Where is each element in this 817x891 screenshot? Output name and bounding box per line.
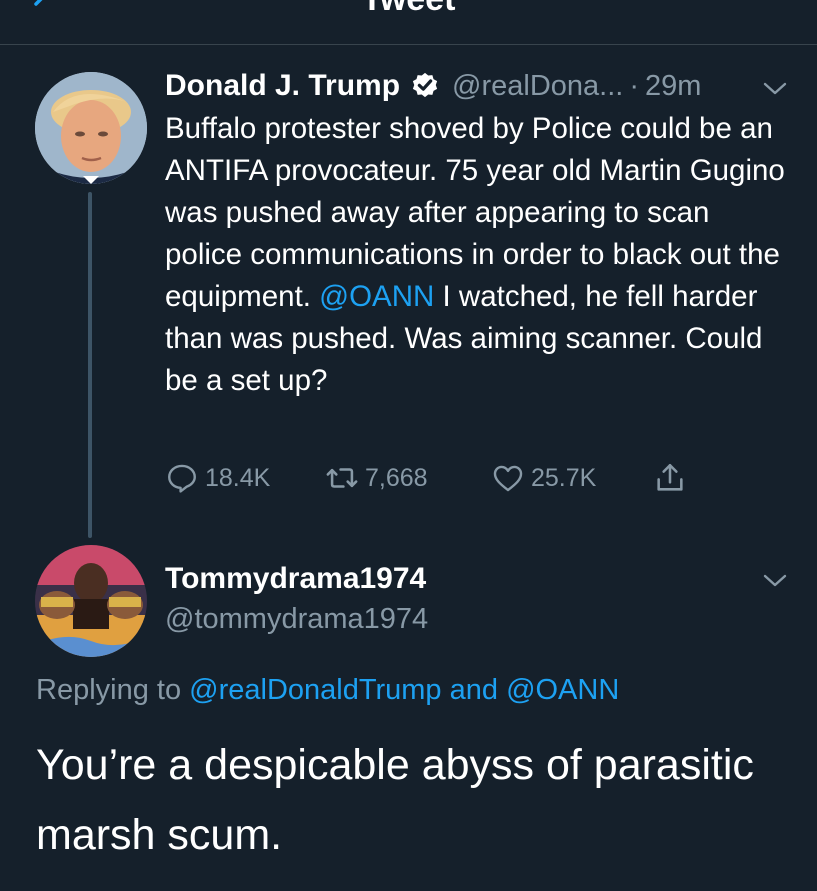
retweet-count: 7,668 (365, 463, 428, 492)
replying-to: Replying to @realDonaldTrump and @OANN (36, 674, 619, 707)
avatar[interactable] (35, 72, 147, 184)
replying-and: and (441, 674, 507, 706)
separator-dot: · (629, 69, 639, 102)
share-icon (657, 463, 683, 491)
heart-icon (493, 465, 523, 492)
reply-count: 18.4K (205, 463, 271, 492)
top-bar: Tweet (0, 0, 817, 45)
tweet-actions: 18.4K 7,668 25.7K (165, 456, 725, 500)
author-name[interactable]: Donald J. Trump (165, 69, 400, 103)
chevron-down-icon[interactable] (762, 80, 788, 98)
chevron-down-icon[interactable] (762, 572, 788, 590)
tweet-detail-screen: Tweet Donald J. Trump @realDona... · 29m (0, 0, 817, 891)
reply-author-name[interactable]: Tommydrama1974 (165, 562, 426, 596)
tweet-header: Donald J. Trump @realDona... · 29m (165, 66, 701, 106)
share-button[interactable] (653, 456, 687, 500)
timestamp[interactable]: 29m (645, 70, 701, 103)
mention-link[interactable]: @OANN (319, 280, 434, 313)
like-button[interactable]: 25.7K (491, 456, 596, 500)
reply-icon (168, 464, 196, 493)
author-handle[interactable]: @realDona... (452, 70, 623, 103)
retweet-icon (326, 468, 358, 488)
like-count: 25.7K (531, 463, 597, 492)
verified-badge-icon (412, 72, 438, 98)
replying-prefix: Replying to (36, 674, 190, 706)
mention-link[interactable]: @OANN (506, 674, 619, 706)
reply-button[interactable]: 18.4K (165, 456, 270, 500)
retweet-button[interactable]: 7,668 (325, 456, 428, 500)
mention-link[interactable]: @realDonaldTrump (189, 674, 441, 706)
avatar[interactable] (35, 545, 147, 657)
reply-author-handle[interactable]: @tommydrama1974 (165, 603, 428, 636)
tweet-text: Buffalo protester shoved by Police could… (165, 108, 790, 402)
page-title: Tweet (0, 0, 817, 19)
reply-text: You’re a despicable abyss of parasitic m… (36, 741, 754, 859)
thread-line (88, 192, 92, 538)
